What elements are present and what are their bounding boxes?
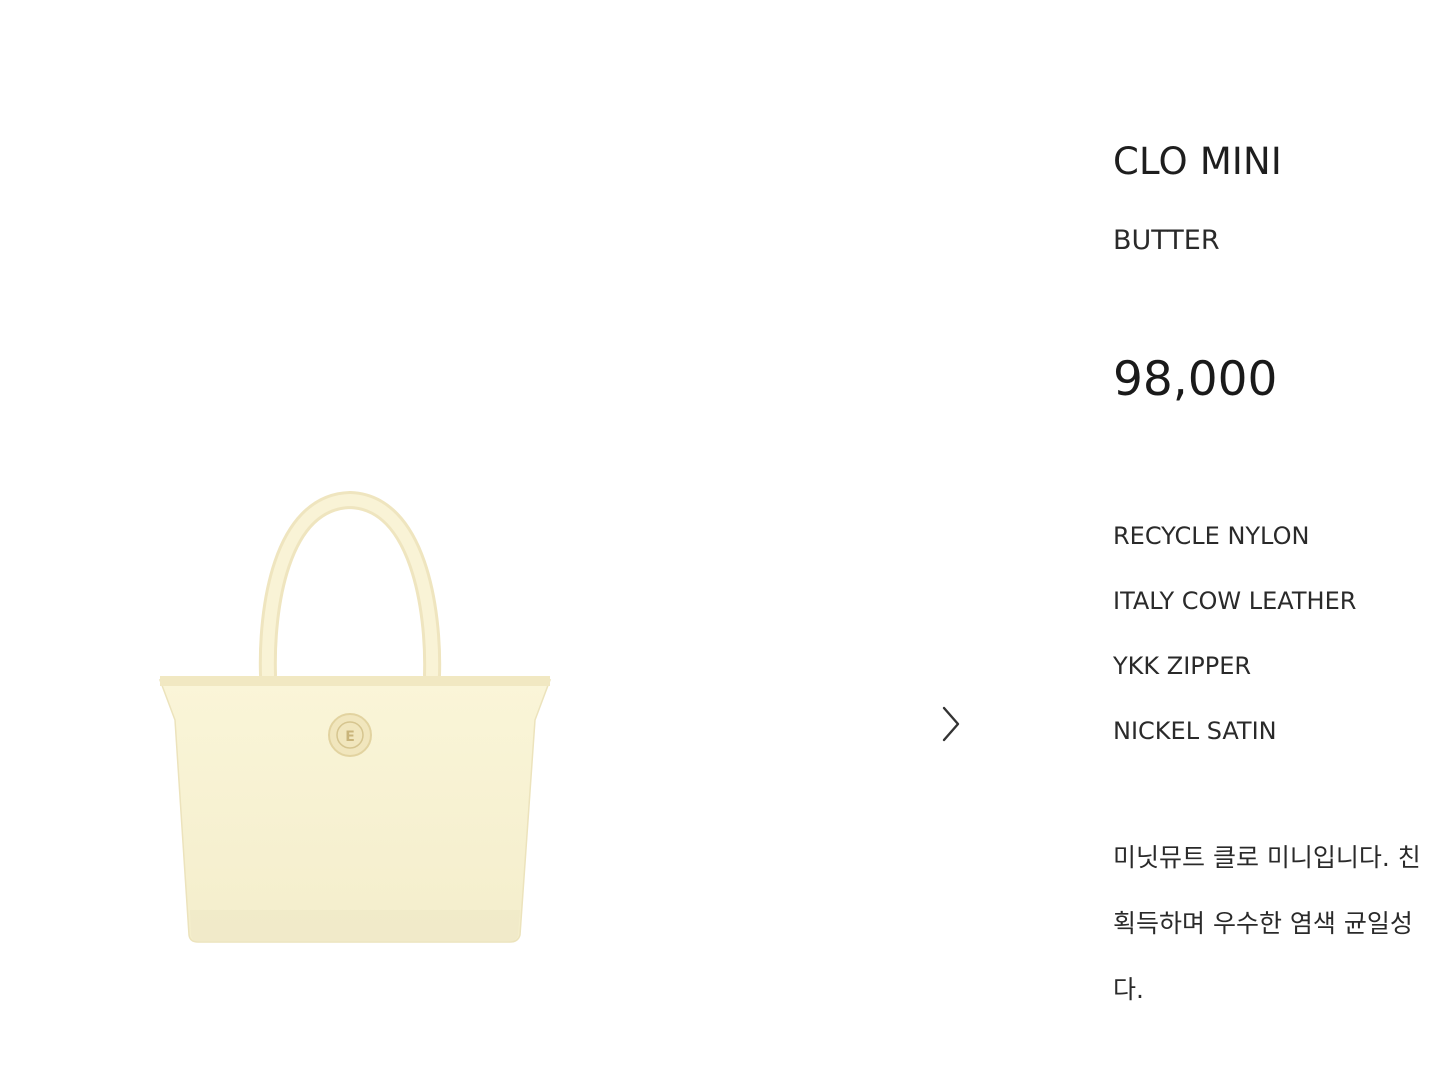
product-gallery: E bbox=[0, 0, 1000, 1070]
product-info: CLO MINI BUTTER 98,000 RECYCLE NYLON ITA… bbox=[1113, 0, 1440, 1070]
product-color: BUTTER bbox=[1113, 225, 1220, 256]
product-page: E CLO MINI BUTTER 98,000 RECYCLE NYLON I… bbox=[0, 0, 1440, 1070]
product-description: 미닛뮤트 클로 미니입니다. 친 획득하며 우수한 염색 균일성 다. bbox=[1113, 838, 1421, 1036]
chevron-right-icon bbox=[942, 706, 960, 742]
product-name: CLO MINI bbox=[1113, 140, 1283, 183]
material-item: RECYCLE NYLON bbox=[1113, 522, 1310, 550]
materials-list: RECYCLE NYLON ITALY COW LEATHER YKK ZIPP… bbox=[1113, 520, 1356, 780]
next-image-button[interactable] bbox=[930, 700, 970, 748]
material-item: ITALY COW LEATHER bbox=[1113, 587, 1357, 615]
description-line: 획득하며 우수한 염색 균일성 bbox=[1113, 909, 1413, 938]
material-item: NICKEL SATIN bbox=[1113, 717, 1277, 745]
material-item: YKK ZIPPER bbox=[1113, 652, 1252, 680]
bag-logo-text: E bbox=[345, 729, 355, 745]
product-price: 98,000 bbox=[1113, 352, 1278, 407]
tote-bag-image: E bbox=[158, 490, 552, 943]
description-line: 다. bbox=[1113, 975, 1144, 1004]
product-image: E bbox=[150, 490, 560, 950]
description-line: 미닛뮤트 클로 미니입니다. 친 bbox=[1113, 843, 1421, 872]
